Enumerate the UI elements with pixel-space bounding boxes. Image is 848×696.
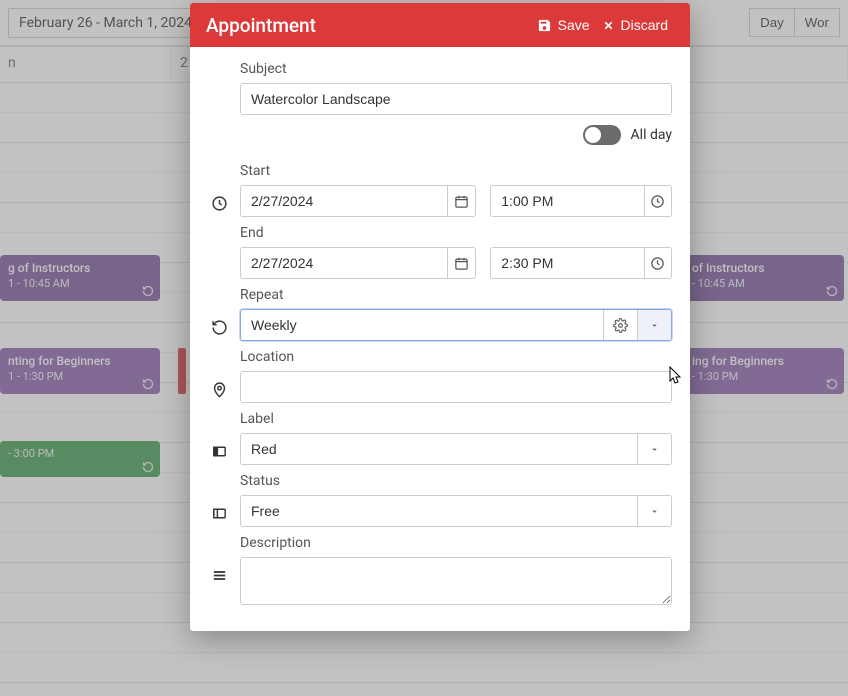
location-icon [208,349,230,398]
calendar-icon-button[interactable] [447,185,477,217]
start-label: Start [240,163,672,179]
discard-label: Discard [621,17,668,33]
repeat-input[interactable] [241,310,603,340]
allday-label: All day [631,127,672,143]
modal-title: Appointment [206,14,531,37]
label-label: Label [240,411,672,427]
calendar-icon [454,194,469,209]
clock-icon [650,194,665,209]
gear-icon [613,318,628,333]
description-textarea[interactable] [240,557,672,605]
save-button[interactable]: Save [531,13,596,37]
end-date-input[interactable] [240,247,447,279]
description-label: Description [240,535,672,551]
save-icon [537,18,552,33]
modal-header: Appointment Save Discard [190,3,690,47]
repeat-dropdown-button[interactable] [637,310,671,340]
status-icon [208,473,230,522]
clock-icon [650,256,665,271]
close-icon [602,19,615,32]
subject-input[interactable] [240,83,672,115]
end-time-input[interactable] [490,247,643,279]
discard-button[interactable]: Discard [596,13,674,37]
allday-toggle[interactable] [583,125,621,145]
chevron-down-icon [649,506,660,517]
end-label: End [240,225,672,241]
clock-icon-button[interactable] [644,247,672,279]
modal-body: Subject All day Start [190,47,690,631]
clock-icon [208,163,230,212]
status-label: Status [240,473,672,489]
repeat-settings-button[interactable] [603,310,637,340]
save-label: Save [558,17,590,33]
start-date-input[interactable] [240,185,447,217]
calendar-icon [454,256,469,271]
label-icon [208,411,230,460]
appointment-modal: Appointment Save Discard Subject [190,3,690,631]
calendar-icon-button[interactable] [447,247,477,279]
app-root: February 26 - March 1, 2024 Day Wor n 2 [0,0,848,696]
location-label: Location [240,349,672,365]
recurrence-icon [208,287,230,336]
description-icon [208,535,230,584]
location-input[interactable] [240,371,672,403]
subject-label: Subject [240,61,672,77]
status-dropdown-button[interactable] [637,496,671,526]
status-select[interactable] [241,496,637,526]
clock-icon-button[interactable] [644,185,672,217]
repeat-label: Repeat [240,287,672,303]
chevron-down-icon [649,444,660,455]
label-select[interactable] [241,434,637,464]
label-dropdown-button[interactable] [637,434,671,464]
chevron-down-icon [649,320,660,331]
start-time-input[interactable] [490,185,643,217]
